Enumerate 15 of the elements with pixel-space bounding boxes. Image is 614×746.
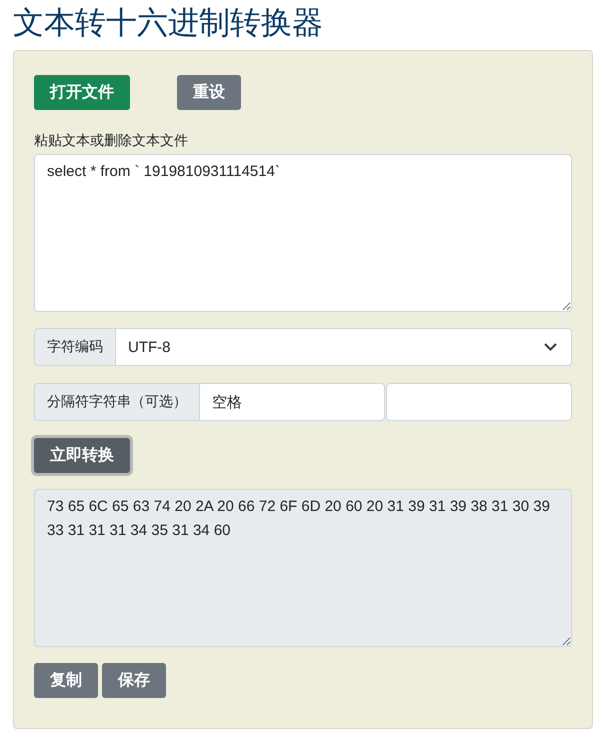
encoding-select[interactable]: UTF-8 [116,328,572,366]
page-title: 文本转十六进制转换器 [13,4,324,42]
chevron-down-icon [544,343,557,351]
reset-button[interactable]: 重设 [177,75,241,110]
convert-button[interactable]: 立即转换 [34,438,130,473]
encoding-label: 字符编码 [34,328,116,366]
separator-value: 空格 [212,392,242,412]
separator-label: 分隔符字符串（可选） [34,383,200,421]
input-label: 粘贴文本或删除文本文件 [34,132,189,150]
hex-output-field[interactable]: 73 65 6C 65 63 74 20 2A 20 66 72 6F 6D 20 60 20 31 39 31 39 38 31 30 39 33 31 31 31 34 35 31 34 60 [34,489,572,647]
save-button[interactable]: 保存 [102,663,166,698]
text-input-field[interactable]: select * from ` 1919810931114514` [34,154,572,312]
input-field[interactable] [386,383,572,421]
open-file-button[interactable]: 打开文件 [34,75,130,110]
copy-button[interactable]: 复制 [34,663,98,698]
